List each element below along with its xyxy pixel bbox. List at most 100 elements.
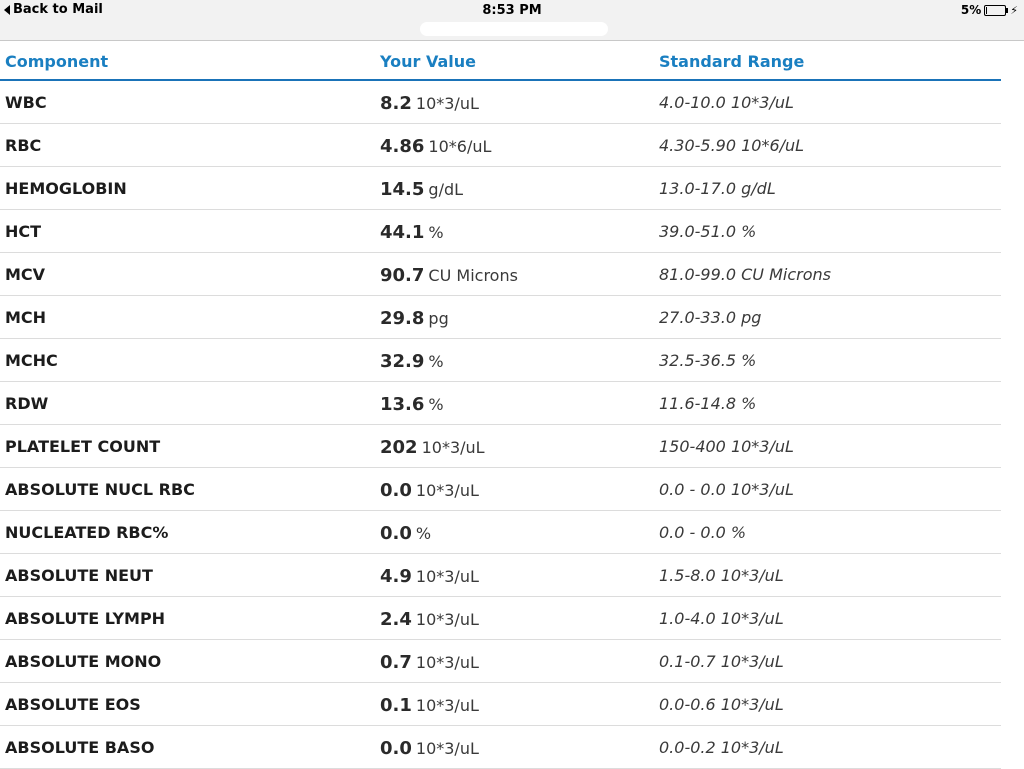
- standard-range: 27.0-33.0 pg: [659, 308, 762, 327]
- result-value: 0.7: [380, 652, 412, 673]
- component-name: MCH: [5, 308, 47, 327]
- component-name: MCHC: [5, 351, 58, 370]
- your-value-cell: 44.1%: [380, 222, 444, 243]
- result-unit: 10*3/uL: [415, 653, 479, 672]
- standard-range: 32.5-36.5 %: [659, 351, 757, 370]
- column-header-your-value: Your Value: [380, 52, 476, 71]
- charging-bolt-icon: ⚡: [1010, 3, 1018, 17]
- your-value-cell: 202 10*3/uL: [380, 437, 485, 458]
- standard-range: 11.6-14.8 %: [659, 394, 757, 413]
- standard-range: 0.0 - 0.0 10*3/uL: [659, 480, 794, 499]
- standard-range: 39.0-51.0 %: [659, 222, 757, 241]
- status-bar: Back to Mail 8:53 PM 5% ⚡: [0, 0, 1024, 41]
- component-name: MCV: [5, 265, 46, 284]
- component-name: ABSOLUTE LYMPH: [5, 609, 166, 628]
- component-name: PLATELET COUNT: [5, 437, 161, 456]
- result-value: 0.0: [380, 523, 412, 544]
- standard-range: 0.0-0.2 10*3/uL: [659, 738, 784, 757]
- your-value-cell: 8.2 10*3/uL: [380, 93, 479, 114]
- component-name: HCT: [5, 222, 42, 241]
- standard-range: 0.0 - 0.0 %: [659, 523, 747, 542]
- component-name: NUCLEATED RBC%: [5, 523, 169, 542]
- table-row: MCHC 32.9% 32.5-36.5 %: [0, 339, 1001, 382]
- result-value: 32.9: [380, 351, 425, 372]
- your-value-cell: 0.7 10*3/uL: [380, 652, 479, 673]
- result-unit: %: [428, 395, 444, 414]
- your-value-cell: 32.9%: [380, 351, 444, 372]
- result-unit: pg: [428, 309, 449, 328]
- your-value-cell: 29.8 pg: [380, 308, 449, 329]
- component-name: ABSOLUTE BASO: [5, 738, 155, 757]
- result-unit: 10*3/uL: [415, 739, 479, 758]
- table-row: MCH 29.8 pg 27.0-33.0 pg: [0, 296, 1001, 339]
- result-unit: 10*3/uL: [415, 481, 479, 500]
- standard-range: 4.30-5.90 10*6/uL: [659, 136, 805, 155]
- result-value: 44.1: [380, 222, 425, 243]
- table-row: ABSOLUTE LYMPH 2.4 10*3/uL 1.0-4.0 10*3/uL: [0, 597, 1001, 640]
- result-value: 13.6: [380, 394, 425, 415]
- standard-range: 1.5-8.0 10*3/uL: [659, 566, 784, 585]
- standard-range: 4.0-10.0 10*3/uL: [659, 93, 794, 112]
- result-unit: 10*3/uL: [415, 567, 479, 586]
- component-name: RDW: [5, 394, 49, 413]
- your-value-cell: 13.6%: [380, 394, 444, 415]
- your-value-cell: 4.86 10*6/uL: [380, 136, 491, 157]
- column-header-standard-range: Standard Range: [659, 52, 805, 71]
- component-name: RBC: [5, 136, 42, 155]
- result-value: 90.7: [380, 265, 425, 286]
- standard-range: 13.0-17.0 g/dL: [659, 179, 776, 198]
- column-header-component: Component: [5, 52, 109, 71]
- table-row: PLATELET COUNT 202 10*3/uL 150-400 10*3/uL: [0, 425, 1001, 468]
- table-row: NUCLEATED RBC% 0.0% 0.0 - 0.0 %: [0, 511, 1001, 554]
- standard-range: 81.0-99.0 CU Microns: [659, 265, 831, 284]
- address-bar[interactable]: [420, 22, 608, 36]
- table-row: RBC 4.86 10*6/uL 4.30-5.90 10*6/uL: [0, 124, 1001, 167]
- result-unit: %: [428, 223, 444, 242]
- your-value-cell: 0.0%: [380, 523, 431, 544]
- table-row: HCT 44.1% 39.0-51.0 %: [0, 210, 1001, 253]
- component-name: ABSOLUTE EOS: [5, 695, 141, 714]
- battery-icon: [984, 4, 1009, 16]
- result-unit: CU Microns: [428, 266, 518, 285]
- table-row: WBC 8.2 10*3/uL 4.0-10.0 10*3/uL: [0, 81, 1001, 124]
- your-value-cell: 4.9 10*3/uL: [380, 566, 479, 587]
- result-unit: %: [415, 524, 432, 543]
- lab-results-table: Component Your Value Standard Range WBC 8…: [0, 41, 1001, 769]
- result-value: 0.0: [380, 738, 412, 759]
- result-value: 29.8: [380, 308, 425, 329]
- component-name: ABSOLUTE MONO: [5, 652, 162, 671]
- result-unit: %: [428, 352, 444, 371]
- standard-range: 1.0-4.0 10*3/uL: [659, 609, 784, 628]
- standard-range: 0.1-0.7 10*3/uL: [659, 652, 784, 671]
- standard-range: 0.0-0.6 10*3/uL: [659, 695, 784, 714]
- result-unit: g/dL: [428, 180, 464, 199]
- battery-indicator: 5% ⚡: [961, 3, 1018, 17]
- your-value-cell: 90.7 CU Microns: [380, 265, 518, 286]
- result-unit: 10*3/uL: [415, 94, 479, 113]
- battery-fill: [986, 6, 988, 14]
- table-row: RDW 13.6% 11.6-14.8 %: [0, 382, 1001, 425]
- clock: 8:53 PM: [482, 3, 542, 18]
- your-value-cell: 2.4 10*3/uL: [380, 609, 479, 630]
- your-value-cell: 0.0 10*3/uL: [380, 480, 479, 501]
- result-value: 0.0: [380, 480, 412, 501]
- result-unit: 10*3/uL: [421, 438, 485, 457]
- table-row: ABSOLUTE NEUT 4.9 10*3/uL 1.5-8.0 10*3/uL: [0, 554, 1001, 597]
- result-value: 14.5: [380, 179, 425, 200]
- table-row: HEMOGLOBIN 14.5 g/dL 13.0-17.0 g/dL: [0, 167, 1001, 210]
- your-value-cell: 0.1 10*3/uL: [380, 695, 479, 716]
- result-unit: 10*6/uL: [428, 137, 492, 156]
- table-row: ABSOLUTE EOS 0.1 10*3/uL 0.0-0.6 10*3/uL: [0, 683, 1001, 726]
- component-name: ABSOLUTE NUCL RBC: [5, 480, 195, 499]
- result-value: 4.9: [380, 566, 412, 587]
- table-row: ABSOLUTE NUCL RBC 0.0 10*3/uL 0.0 - 0.0 10*…: [0, 468, 1001, 511]
- result-value: 0.1: [380, 695, 412, 716]
- result-unit: 10*3/uL: [415, 696, 479, 715]
- table-row: ABSOLUTE BASO 0.0 10*3/uL 0.0-0.2 10*3/uL: [0, 726, 1001, 769]
- standard-range: 150-400 10*3/uL: [659, 437, 794, 456]
- table-header-row: Component Your Value Standard Range: [0, 41, 1001, 81]
- result-value: 8.2: [380, 93, 412, 114]
- table-row: ABSOLUTE MONO 0.7 10*3/uL 0.1-0.7 10*3/uL: [0, 640, 1001, 683]
- your-value-cell: 0.0 10*3/uL: [380, 738, 479, 759]
- result-value: 4.86: [380, 136, 425, 157]
